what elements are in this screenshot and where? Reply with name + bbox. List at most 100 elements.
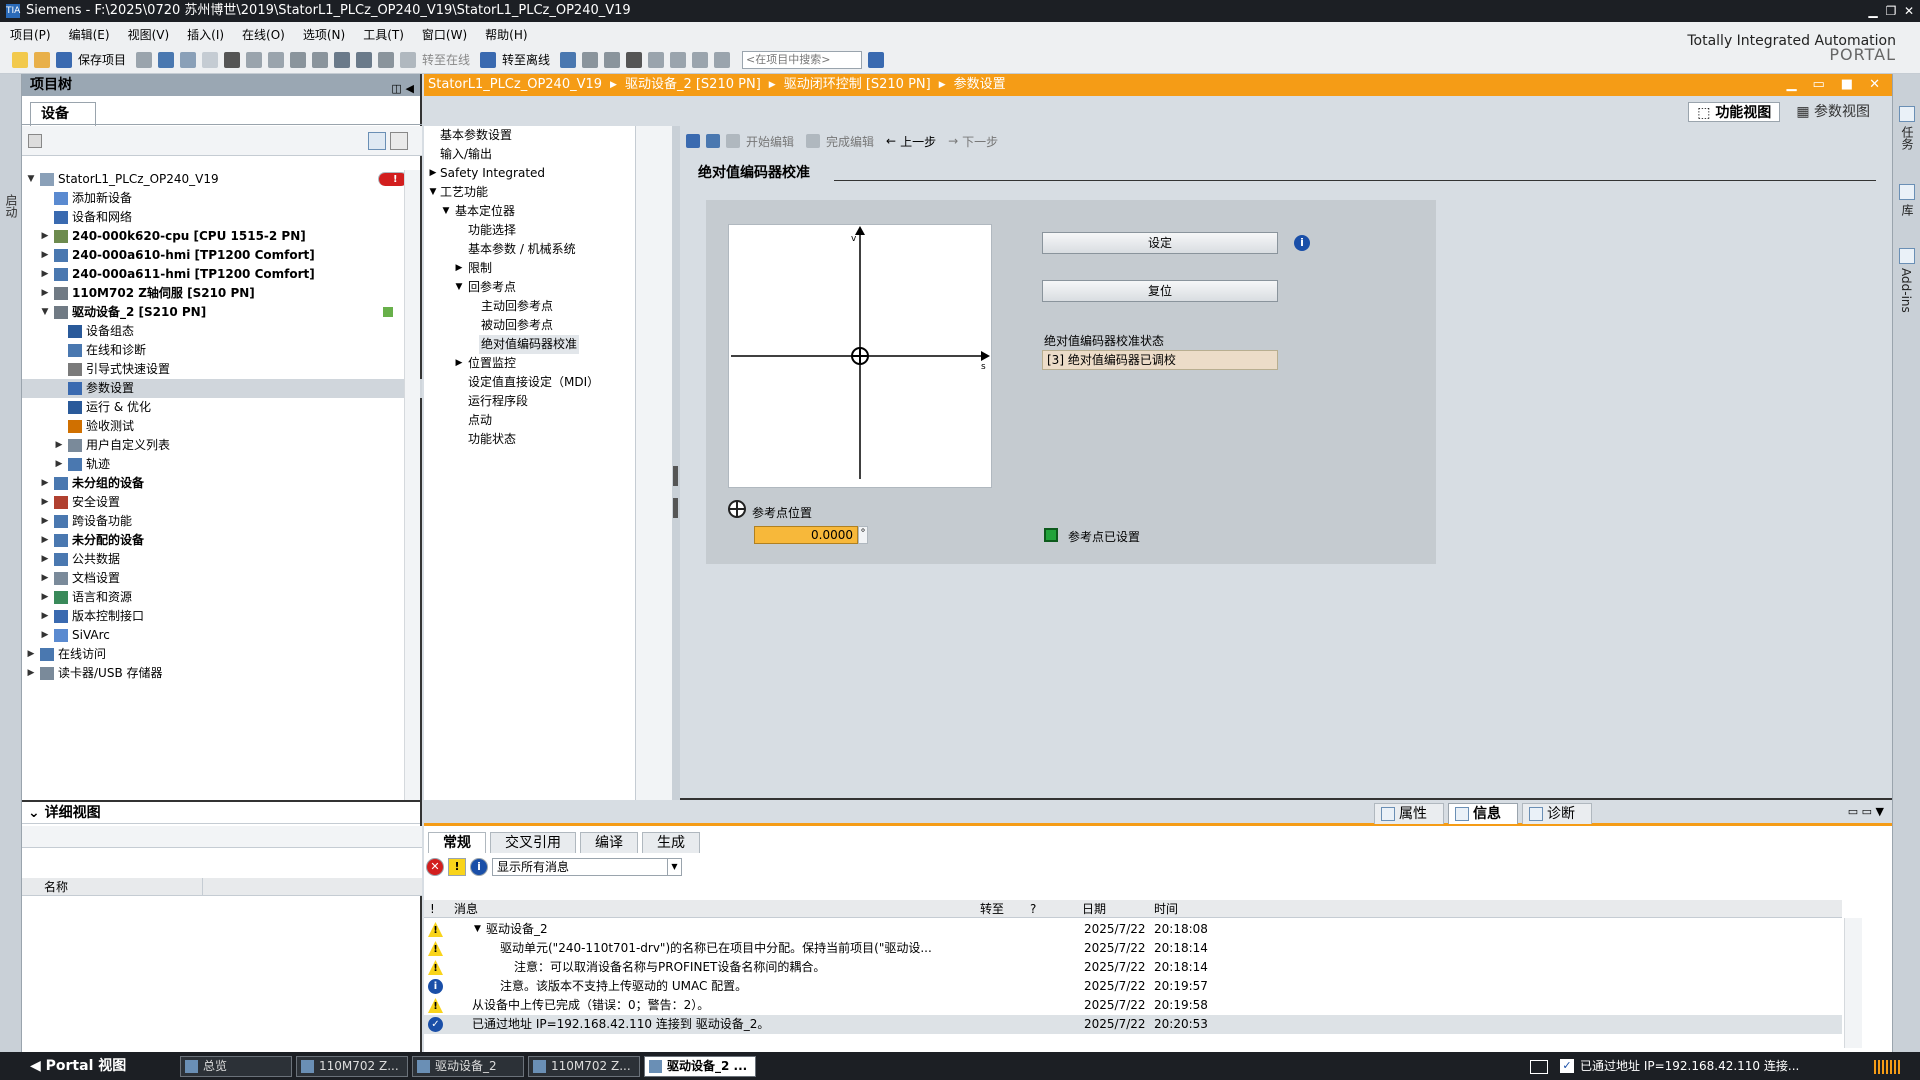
finish-edit-button[interactable]: 完成编辑 xyxy=(826,133,874,150)
breadcrumb-item[interactable]: 参数设置 xyxy=(954,74,1006,96)
subtab-2[interactable]: 编译 xyxy=(580,832,638,853)
col-message[interactable]: 消息 xyxy=(454,900,478,918)
nav-arrow-icon[interactable]: ▼ xyxy=(428,183,438,202)
nav-arrow-icon[interactable]: ▶ xyxy=(454,259,464,278)
tree-item[interactable]: ▶ 240-000a611-hmi [TP1200 Comfort] xyxy=(22,265,422,284)
tree-item[interactable]: 验收测试 xyxy=(22,417,422,436)
save-params-icon[interactable] xyxy=(686,134,700,148)
window-close-all-icon[interactable] xyxy=(714,51,731,68)
nav-tree-item[interactable]: 功能状态 xyxy=(424,430,635,449)
tasks-strip-label[interactable]: 任务 xyxy=(1899,126,1916,150)
detail-col-separator[interactable] xyxy=(202,878,203,896)
project-tree-scrollbar[interactable] xyxy=(404,170,420,800)
nav-arrow-icon[interactable]: ▼ xyxy=(441,202,451,221)
tree-item[interactable]: ▶ 用户自定义列表 xyxy=(22,436,422,455)
addins-icon[interactable] xyxy=(1899,248,1915,264)
accessible-devices-icon[interactable] xyxy=(560,51,577,68)
start-strip-label[interactable]: 启动 xyxy=(3,194,20,218)
message-row[interactable]: ! 驱动单元("240-110t701-drv")的名称已在项目中分配。保持当前项… xyxy=(424,939,1842,958)
menu-item-4[interactable]: 在线(O) xyxy=(242,26,285,43)
upload-icon[interactable] xyxy=(356,51,373,68)
overview-table-icon[interactable] xyxy=(368,132,386,150)
message-row[interactable]: i 注意。该版本不支持上传驱动的 UMAC 配置。 2025/7/22 20:19:5… xyxy=(424,977,1842,996)
message-row[interactable]: ! 从设备中上传已完成（错误：0；警告：2）。 2025/7/22 20:19:58 xyxy=(424,996,1842,1015)
tree-arrow-icon[interactable]: ▶ xyxy=(40,531,50,550)
tree-item[interactable]: ▶ 轨迹 xyxy=(22,455,422,474)
search-icon[interactable] xyxy=(868,51,885,68)
collapse-panel-icon[interactable]: ◫ ◀ xyxy=(391,78,414,100)
tree-item[interactable]: 参数设置 xyxy=(22,379,422,398)
inspector-window-controls-icon[interactable]: ▭ ▭ ▼ xyxy=(1848,805,1884,818)
detail-col-name[interactable]: 名称 xyxy=(22,878,422,896)
nav-tree-item[interactable]: ▶ Safety Integrated xyxy=(424,164,648,183)
tree-item[interactable]: ▼ StatorL1_PLCz_OP240_V19! xyxy=(22,170,422,189)
delete-icon[interactable] xyxy=(224,51,241,68)
taskbar-editor-3[interactable]: 110M702 Z... xyxy=(528,1056,640,1077)
tree-item[interactable]: ▶ 文档设置 xyxy=(22,569,422,588)
nav-arrow-icon[interactable]: ▶ xyxy=(428,164,438,183)
edit-icon[interactable] xyxy=(726,134,740,148)
next-step-button[interactable]: 下一步 xyxy=(962,133,998,150)
cut-icon[interactable] xyxy=(158,51,175,68)
col-flag[interactable]: ! xyxy=(430,900,435,918)
menu-item-3[interactable]: 插入(I) xyxy=(187,26,224,43)
nav-tree-item[interactable]: ▼ 工艺功能 xyxy=(424,183,635,202)
message-scrollbar[interactable] xyxy=(1844,918,1862,1048)
taskbar-editor-1[interactable]: 110M702 Z... xyxy=(296,1056,408,1077)
go-online-button[interactable]: 转至在线 xyxy=(422,51,470,68)
breadcrumb-item[interactable]: StatorL1_PLCz_OP240_V19 xyxy=(428,74,602,96)
tasks-icon[interactable] xyxy=(1899,106,1915,122)
new-project-icon[interactable] xyxy=(12,51,28,68)
minimize-icon[interactable]: ▁ xyxy=(1866,0,1880,22)
split-vertical-icon[interactable] xyxy=(670,51,687,68)
close-icon[interactable]: ✕ xyxy=(1902,0,1916,22)
nav-tree-item[interactable]: ▼ 基本定位器 xyxy=(424,202,635,221)
tree-arrow-icon[interactable]: ▶ xyxy=(40,265,50,284)
pin-icon[interactable] xyxy=(706,134,720,148)
nav-tree-item[interactable]: 设定值直接设定（MDI） xyxy=(424,373,635,392)
ref-point-value-input[interactable]: 0.0000 xyxy=(754,526,858,544)
nav-tree-item[interactable]: 基本参数 / 机械系统 xyxy=(424,240,635,259)
detail-view-header[interactable]: ⌄ 详细视图 xyxy=(22,802,420,824)
tree-item[interactable]: ▶ 版本控制接口 xyxy=(22,607,422,626)
nav-splitter[interactable] xyxy=(672,126,680,800)
save-project-button[interactable]: 保存项目 xyxy=(78,51,126,68)
tree-item[interactable]: 设备组态 xyxy=(22,322,422,341)
menu-item-7[interactable]: 窗口(W) xyxy=(422,26,467,43)
tree-item[interactable]: ▶ 安全设置 xyxy=(22,493,422,512)
compile-icon[interactable] xyxy=(312,51,329,68)
nav-tree-item[interactable]: ▶ 位置监控 xyxy=(424,354,635,373)
filter-warnings-icon[interactable]: ! xyxy=(448,858,466,876)
breadcrumb-item[interactable]: 驱动设备_2 [S210 PN] xyxy=(625,74,761,96)
go-online-icon[interactable] xyxy=(400,51,417,68)
message-row[interactable]: ! ▼ 驱动设备_2 2025/7/22 20:18:08 xyxy=(424,920,1842,939)
tree-arrow-icon[interactable]: ▶ xyxy=(40,284,50,303)
col-goto[interactable]: 转至 xyxy=(980,900,1004,918)
filter-info-icon[interactable]: i xyxy=(470,858,488,876)
tree-item[interactable]: ▶ 语言和资源 xyxy=(22,588,422,607)
stop-cpu-icon[interactable] xyxy=(604,51,621,68)
start-edit-button[interactable]: 开始编辑 xyxy=(746,133,794,150)
nav-tree-item[interactable]: ▶ 限制 xyxy=(424,259,635,278)
split-editor-icon[interactable] xyxy=(290,51,307,68)
cross-reference-icon[interactable] xyxy=(626,51,643,68)
library-strip-label[interactable]: 库 xyxy=(1899,204,1916,216)
breadcrumb-item[interactable]: 驱动闭环控制 [S210 PN] xyxy=(784,74,931,96)
tree-arrow-icon[interactable]: ▼ xyxy=(26,170,36,189)
col-time[interactable]: 时间 xyxy=(1154,900,1178,918)
library-icon[interactable] xyxy=(1899,184,1915,200)
tree-arrow-icon[interactable]: ▶ xyxy=(54,436,64,455)
tree-item[interactable]: ▶ 240-000a610-hmi [TP1200 Comfort] xyxy=(22,246,422,265)
portal-view-button[interactable]: ◀ Portal 视图 xyxy=(30,1056,126,1076)
tree-item[interactable]: ▶ 240-000k620-cpu [CPU 1515-2 PN] xyxy=(22,227,422,246)
tree-arrow-icon[interactable]: ▶ xyxy=(40,493,50,512)
download-icon[interactable] xyxy=(334,51,351,68)
tree-item[interactable]: ▶ 未分配的设备 xyxy=(22,531,422,550)
set-button[interactable]: 设定 xyxy=(1042,232,1278,254)
start-cpu-icon[interactable] xyxy=(582,51,599,68)
nav-tree-item[interactable]: 点动 xyxy=(424,411,635,430)
reset-button[interactable]: 复位 xyxy=(1042,280,1278,302)
tree-item[interactable]: ▶ 读卡器/USB 存储器 xyxy=(22,664,422,683)
tree-item[interactable]: 设备和网络 xyxy=(22,208,422,227)
finish-edit-icon[interactable] xyxy=(806,134,821,148)
